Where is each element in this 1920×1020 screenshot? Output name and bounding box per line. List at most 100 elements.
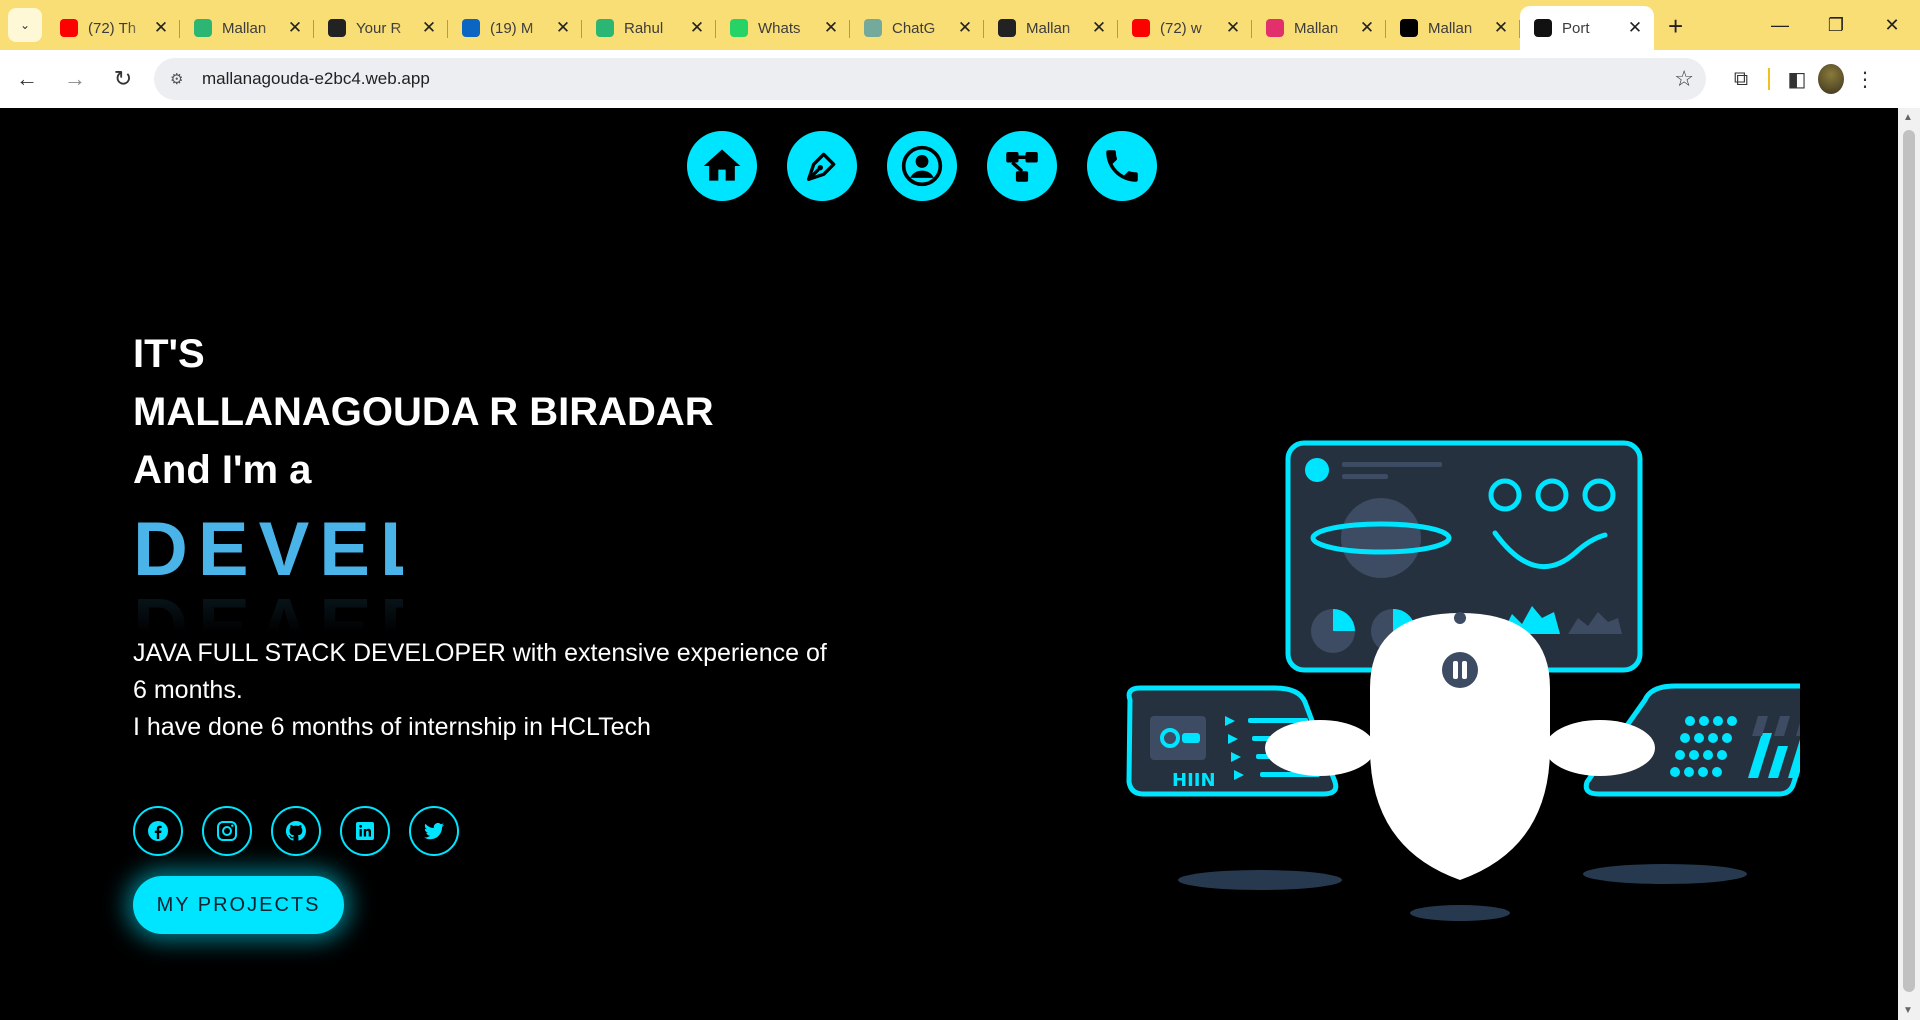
pen-icon bbox=[807, 152, 836, 181]
page-scrollbar[interactable]: ▲ ▼ bbox=[1898, 108, 1920, 1020]
browser-tab[interactable]: (72) Th ✕ bbox=[46, 8, 180, 48]
toolbar-divider bbox=[1768, 68, 1770, 90]
scroll-down-arrow[interactable]: ▼ bbox=[1903, 1005, 1913, 1016]
close-tab-icon[interactable]: ✕ bbox=[1090, 18, 1108, 38]
linkedin-icon bbox=[462, 19, 480, 37]
tab-search-button[interactable]: ⌄ bbox=[8, 8, 42, 42]
close-tab-icon[interactable]: ✕ bbox=[554, 18, 572, 38]
address-bar[interactable]: ⚙ mallanagouda-e2bc4.web.app ☆ bbox=[154, 58, 1706, 100]
ground-shadow-center bbox=[1410, 905, 1510, 921]
x-icon bbox=[1400, 19, 1418, 37]
minimize-button[interactable]: — bbox=[1752, 0, 1808, 50]
nav-contact-button[interactable] bbox=[1087, 131, 1157, 201]
role-reflection: DEVELOPER bbox=[133, 582, 403, 653]
linkedin-link[interactable] bbox=[340, 806, 390, 856]
tab-title: Mallan bbox=[1026, 19, 1071, 37]
close-window-button[interactable]: ✕ bbox=[1864, 0, 1920, 50]
browser-tab[interactable]: ChatG ✕ bbox=[850, 8, 984, 48]
chatgpt-icon bbox=[864, 19, 882, 37]
close-tab-icon[interactable]: ✕ bbox=[152, 18, 170, 38]
developer-robot-illustration: HIIN bbox=[1126, 440, 1800, 921]
app-icon bbox=[194, 19, 212, 37]
facebook-icon bbox=[148, 821, 168, 841]
forward-button[interactable]: → bbox=[54, 58, 96, 100]
instagram-link[interactable] bbox=[202, 806, 252, 856]
close-tab-icon[interactable]: ✕ bbox=[956, 18, 974, 38]
role-animation: DEVELOPER DEVELOPER bbox=[133, 503, 403, 653]
browser-menu-icon[interactable]: ⋮ bbox=[1844, 58, 1886, 100]
browser-tab[interactable]: Mallan ✕ bbox=[180, 8, 314, 48]
back-button[interactable]: ← bbox=[6, 58, 48, 100]
url-text[interactable]: mallanagouda-e2bc4.web.app bbox=[202, 69, 1674, 89]
tab-title: Mallan bbox=[222, 19, 267, 37]
browser-tab-bar: ⌄ (72) Th ✕ Mallan ✕ Your R ✕ (19) M ✕ Rahul ✕ Wha… bbox=[0, 0, 1920, 50]
browser-tab[interactable]: Whats ✕ bbox=[716, 8, 850, 48]
nav-about-button[interactable] bbox=[787, 131, 857, 201]
user-icon bbox=[901, 145, 943, 187]
nav-skills-button[interactable] bbox=[987, 131, 1057, 201]
svg-text:HIIN: HIIN bbox=[1172, 770, 1216, 791]
extensions-icon[interactable]: ⧉ bbox=[1720, 58, 1762, 100]
internship-text: I have done 6 months of internship in HC… bbox=[133, 713, 651, 741]
twitter-icon bbox=[424, 822, 444, 840]
home-icon bbox=[703, 149, 741, 181]
tab-title: Your R bbox=[356, 19, 402, 37]
profile-avatar[interactable] bbox=[1818, 64, 1844, 94]
new-tab-button[interactable]: + bbox=[1668, 11, 1683, 42]
close-tab-icon[interactable]: ✕ bbox=[688, 18, 706, 38]
nav-home-button[interactable] bbox=[687, 131, 757, 201]
browser-tab[interactable]: Rahul ✕ bbox=[582, 8, 716, 48]
side-panel-icon[interactable]: ◧ bbox=[1776, 58, 1818, 100]
ground-shadow-right bbox=[1583, 864, 1747, 884]
nav-profile-button[interactable] bbox=[887, 131, 957, 201]
tab-title: Port bbox=[1562, 19, 1590, 37]
phone-icon bbox=[1106, 150, 1138, 182]
hero-section: IT'S MALLANAGOUDA R BIRADAR And I'm a DE… bbox=[133, 325, 833, 934]
tab-title: Rahul bbox=[624, 19, 664, 37]
restore-button[interactable]: ❐ bbox=[1808, 0, 1864, 50]
scroll-up-arrow[interactable]: ▲ bbox=[1903, 112, 1913, 123]
browser-tab[interactable]: Mallan ✕ bbox=[984, 8, 1118, 48]
twitter-link[interactable] bbox=[409, 806, 459, 856]
youtube-icon bbox=[60, 19, 78, 37]
top-navigation bbox=[687, 131, 1157, 201]
tab-title: (19) M bbox=[490, 19, 534, 37]
browser-tab[interactable]: Mallan ✕ bbox=[1386, 8, 1520, 48]
linkedin-icon bbox=[356, 822, 374, 840]
reload-button[interactable]: ↻ bbox=[102, 58, 144, 100]
browser-tab[interactable]: Mallan ✕ bbox=[1252, 8, 1386, 48]
github-link[interactable] bbox=[271, 806, 321, 856]
tab-title: Mallan bbox=[1428, 19, 1473, 37]
tab-title: (72) w bbox=[1160, 19, 1202, 37]
page-viewport: IT'S MALLANAGOUDA R BIRADAR And I'm a DE… bbox=[0, 108, 1898, 1020]
tab-title: (72) Th bbox=[88, 19, 137, 37]
browser-tab[interactable]: Your R ✕ bbox=[314, 8, 448, 48]
browser-tab[interactable]: Port ✕ bbox=[1520, 6, 1654, 50]
close-tab-icon[interactable]: ✕ bbox=[1224, 18, 1242, 38]
network-icon bbox=[1006, 152, 1038, 182]
app-icon bbox=[596, 19, 614, 37]
tab-strip: (72) Th ✕ Mallan ✕ Your R ✕ (19) M ✕ Rahul ✕ Whats… bbox=[46, 0, 1654, 50]
close-tab-icon[interactable]: ✕ bbox=[420, 18, 438, 38]
scrollbar-thumb[interactable] bbox=[1903, 130, 1915, 992]
whatsapp-icon bbox=[730, 19, 748, 37]
browser-tab[interactable]: (19) M ✕ bbox=[448, 8, 582, 48]
browser-tab[interactable]: (72) w ✕ bbox=[1118, 8, 1252, 48]
my-projects-button[interactable]: MY PROJECTS bbox=[133, 876, 344, 934]
github-icon bbox=[285, 820, 306, 841]
instagram-icon bbox=[217, 821, 237, 841]
site-info-icon[interactable]: ⚙ bbox=[170, 70, 190, 88]
close-tab-icon[interactable]: ✕ bbox=[822, 18, 840, 38]
hero-name: MALLANAGOUDA R BIRADAR bbox=[133, 390, 714, 434]
close-tab-icon[interactable]: ✕ bbox=[1492, 18, 1510, 38]
bookmark-star-icon[interactable]: ☆ bbox=[1674, 66, 1694, 92]
github-icon bbox=[998, 19, 1016, 37]
close-tab-icon[interactable]: ✕ bbox=[1626, 18, 1644, 38]
instagram-icon bbox=[1266, 19, 1284, 37]
youtube-icon bbox=[1132, 19, 1150, 37]
close-tab-icon[interactable]: ✕ bbox=[286, 18, 304, 38]
tab-title: ChatG bbox=[892, 19, 936, 37]
facebook-link[interactable] bbox=[133, 806, 183, 856]
hero-tagline: And I'm a bbox=[133, 448, 312, 492]
close-tab-icon[interactable]: ✕ bbox=[1358, 18, 1376, 38]
